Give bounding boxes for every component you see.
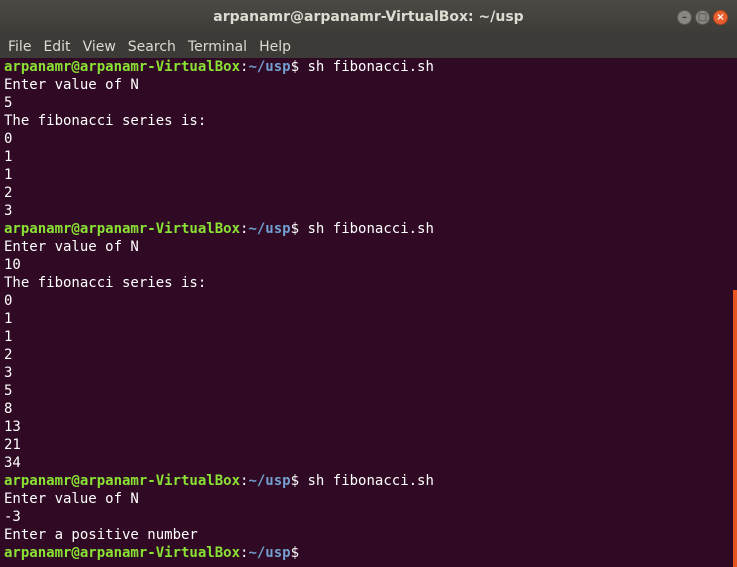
minimize-icon[interactable]: – (677, 10, 692, 25)
output-line: 8 (4, 401, 13, 417)
prompt-user-host: arpanamr@arpanamr-VirtualBox (4, 59, 241, 75)
output-line: The fibonacci series is: (4, 275, 207, 291)
output-line: Enter value of N (4, 491, 139, 507)
command-text: sh fibonacci.sh (299, 59, 434, 75)
terminal-output[interactable]: arpanamr@arpanamr-VirtualBox:~/usp$ sh f… (0, 58, 735, 567)
output-line: 13 (4, 419, 21, 435)
close-icon[interactable]: × (713, 10, 728, 25)
output-line: The fibonacci series is: (4, 113, 207, 129)
maximize-icon[interactable]: □ (695, 10, 710, 25)
scrollbar[interactable] (733, 290, 737, 567)
output-line: 10 (4, 257, 21, 273)
output-line: Enter a positive number (4, 527, 198, 543)
output-line: 34 (4, 455, 21, 471)
menu-search[interactable]: Search (122, 39, 182, 55)
menu-edit[interactable]: Edit (37, 39, 76, 55)
prompt-user-host: arpanamr@arpanamr-VirtualBox (4, 221, 241, 237)
prompt-user-host: arpanamr@arpanamr-VirtualBox (4, 473, 241, 489)
prompt-line: arpanamr@arpanamr-VirtualBox:~/usp$ (4, 544, 735, 562)
prompt-user-host: arpanamr@arpanamr-VirtualBox (4, 545, 241, 561)
menu-bar: File Edit View Search Terminal Help (0, 36, 737, 58)
output-line: 1 (4, 167, 13, 183)
output-line: 1 (4, 329, 13, 345)
output-line: 1 (4, 149, 13, 165)
output-line: 5 (4, 383, 13, 399)
output-line: 2 (4, 185, 13, 201)
window-title: arpanamr@arpanamr-VirtualBox: ~/usp (213, 9, 524, 25)
title-bar[interactable]: arpanamr@arpanamr-VirtualBox: ~/usp – □ … (0, 0, 737, 36)
menu-file[interactable]: File (2, 39, 37, 55)
prompt-symbol: $ (290, 545, 300, 561)
prompt-line: arpanamr@arpanamr-VirtualBox:~/usp$ sh f… (4, 220, 735, 238)
output-line: 21 (4, 437, 21, 453)
prompt-line: arpanamr@arpanamr-VirtualBox:~/usp$ sh f… (4, 58, 735, 76)
command-text: sh fibonacci.sh (299, 473, 434, 489)
output-line: -3 (4, 509, 21, 525)
menu-terminal[interactable]: Terminal (182, 39, 253, 55)
output-line: 1 (4, 311, 13, 327)
output-line: Enter value of N (4, 239, 139, 255)
output-line: 0 (4, 131, 13, 147)
prompt-symbol: $ (290, 59, 300, 75)
output-line: Enter value of N (4, 77, 139, 93)
output-line: 3 (4, 365, 13, 381)
prompt-path: ~/usp (248, 545, 291, 561)
prompt-path: ~/usp (248, 59, 291, 75)
terminal-window: arpanamr@arpanamr-VirtualBox: ~/usp – □ … (0, 0, 737, 567)
menu-help[interactable]: Help (253, 39, 297, 55)
menu-view[interactable]: View (77, 39, 122, 55)
command-text: sh fibonacci.sh (299, 221, 434, 237)
prompt-symbol: $ (290, 221, 300, 237)
output-line: 5 (4, 95, 13, 111)
output-line: 0 (4, 293, 13, 309)
window-controls: – □ × (677, 10, 728, 25)
prompt-path: ~/usp (248, 221, 291, 237)
output-line: 2 (4, 347, 13, 363)
prompt-symbol: $ (290, 473, 300, 489)
prompt-path: ~/usp (248, 473, 291, 489)
output-line: 3 (4, 203, 13, 219)
prompt-line: arpanamr@arpanamr-VirtualBox:~/usp$ sh f… (4, 472, 735, 490)
